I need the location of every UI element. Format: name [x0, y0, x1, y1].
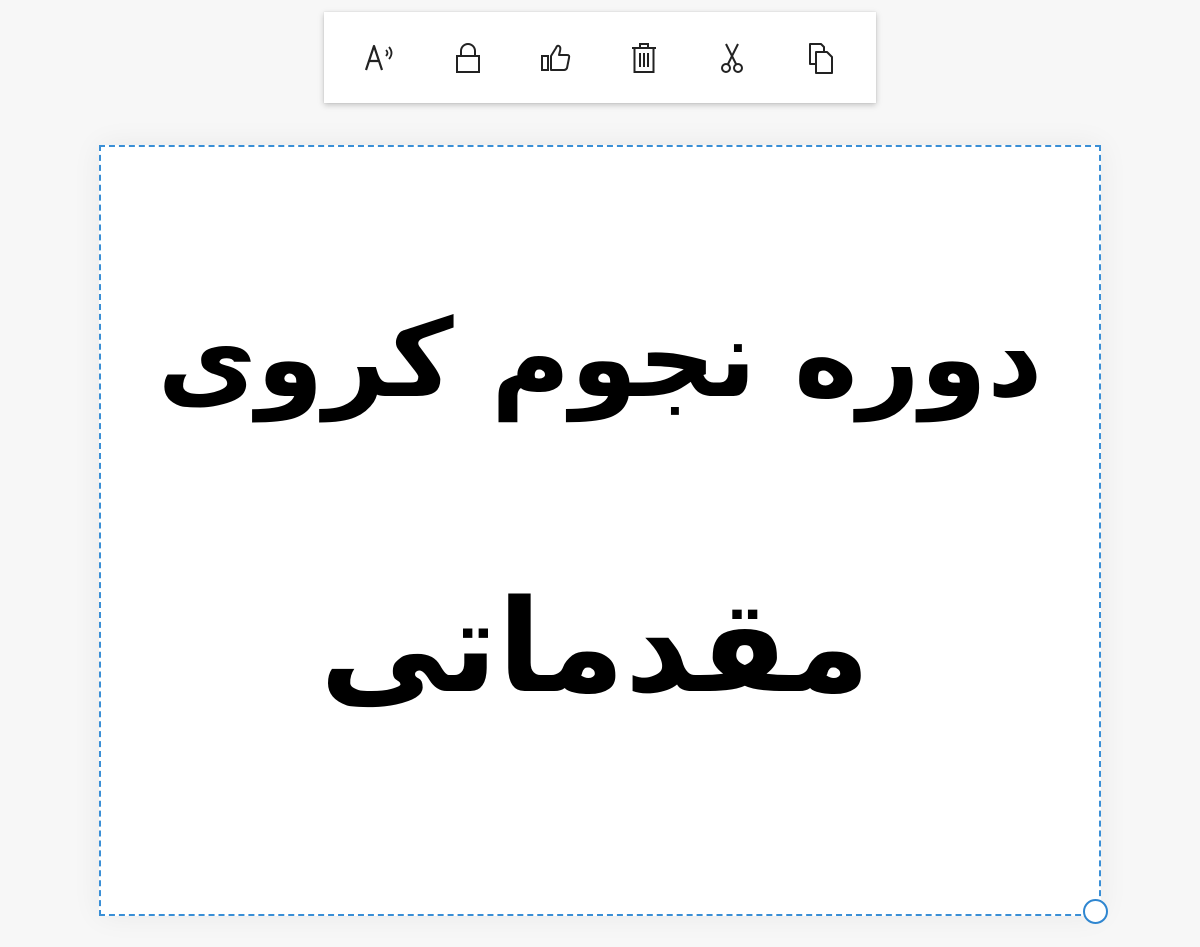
- canvas[interactable]: دوره نجوم کروی مقدماتی: [0, 0, 1200, 947]
- note-title-line: دوره نجوم کروی: [157, 297, 1043, 422]
- floating-toolbar: [324, 12, 876, 103]
- selected-note[interactable]: دوره نجوم کروی مقدماتی: [99, 145, 1101, 916]
- trash-icon: [632, 42, 656, 73]
- read-aloud-button[interactable]: [350, 28, 410, 88]
- lock-button[interactable]: [438, 28, 498, 88]
- resize-handle[interactable]: [1083, 899, 1108, 924]
- lock-icon: [456, 42, 480, 73]
- delete-button[interactable]: [614, 28, 674, 88]
- read-aloud-icon: [364, 44, 393, 70]
- scissors-icon: [721, 43, 743, 73]
- note-subtitle-line: مقدماتی: [319, 573, 871, 722]
- reaction-button[interactable]: [526, 28, 586, 88]
- selection-border: [99, 145, 1101, 916]
- cut-button[interactable]: [702, 28, 762, 88]
- copy-icon: [809, 42, 833, 74]
- copy-button[interactable]: [790, 28, 850, 88]
- thumbs-up-icon: [541, 44, 571, 71]
